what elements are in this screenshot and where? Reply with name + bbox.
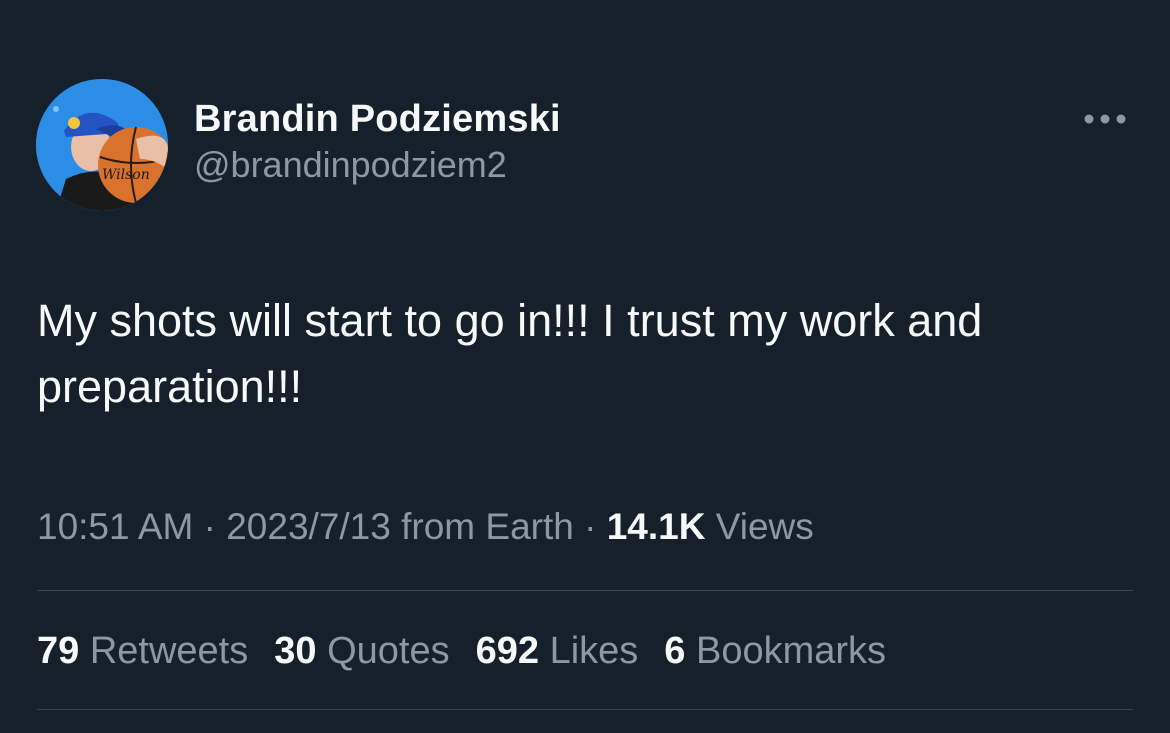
avatar[interactable]: Wilson (36, 79, 168, 211)
quotes-stat[interactable]: 30 Quotes (274, 626, 449, 676)
likes-label: Likes (539, 630, 639, 672)
views-count: 14.1K (606, 506, 706, 547)
bookmarks-count: 6 (664, 630, 686, 672)
avatar-photo-icon: Wilson (36, 79, 168, 211)
likes-stat[interactable]: 692 Likes (476, 626, 639, 676)
bookmarks-label: Bookmarks (685, 630, 887, 672)
retweets-stat[interactable]: 79 Retweets (37, 626, 248, 676)
views-label: Views (705, 506, 814, 547)
more-horizontal-icon (1084, 114, 1126, 124)
author-display-name[interactable]: Brandin Podziemski (194, 96, 561, 142)
meta-separator: · (193, 506, 227, 547)
tweet-card: Wilson Brandin Podziemski @brandinpodzie… (0, 0, 1170, 733)
engagement-stats: 79 Retweets 30 Quotes 692 Likes 6 Bookma… (37, 626, 886, 676)
tweet-date[interactable]: 2023/7/13 (226, 506, 391, 547)
svg-text:Wilson: Wilson (102, 167, 150, 183)
quotes-count: 30 (274, 630, 317, 672)
tweet-text: My shots will start to go in!!! I trust … (37, 295, 983, 412)
bookmarks-stat[interactable]: 6 Bookmarks (664, 626, 886, 676)
retweets-label: Retweets (79, 630, 249, 672)
more-options-button[interactable] (1080, 104, 1130, 134)
tweet-source: from Earth (390, 506, 574, 547)
tweet-time[interactable]: 10:51 AM (37, 506, 193, 547)
tweet-meta: 10:51 AM · 2023/7/13 from Earth · 14.1K … (37, 504, 814, 550)
likes-count: 692 (475, 630, 540, 672)
divider (37, 590, 1133, 591)
divider (37, 709, 1133, 710)
quotes-label: Quotes (316, 630, 450, 672)
meta-separator: · (573, 506, 607, 547)
author-block: Brandin Podziemski @brandinpodziem2 (194, 96, 561, 188)
retweets-count: 79 (37, 630, 80, 672)
author-handle[interactable]: @brandinpodziem2 (194, 142, 561, 188)
